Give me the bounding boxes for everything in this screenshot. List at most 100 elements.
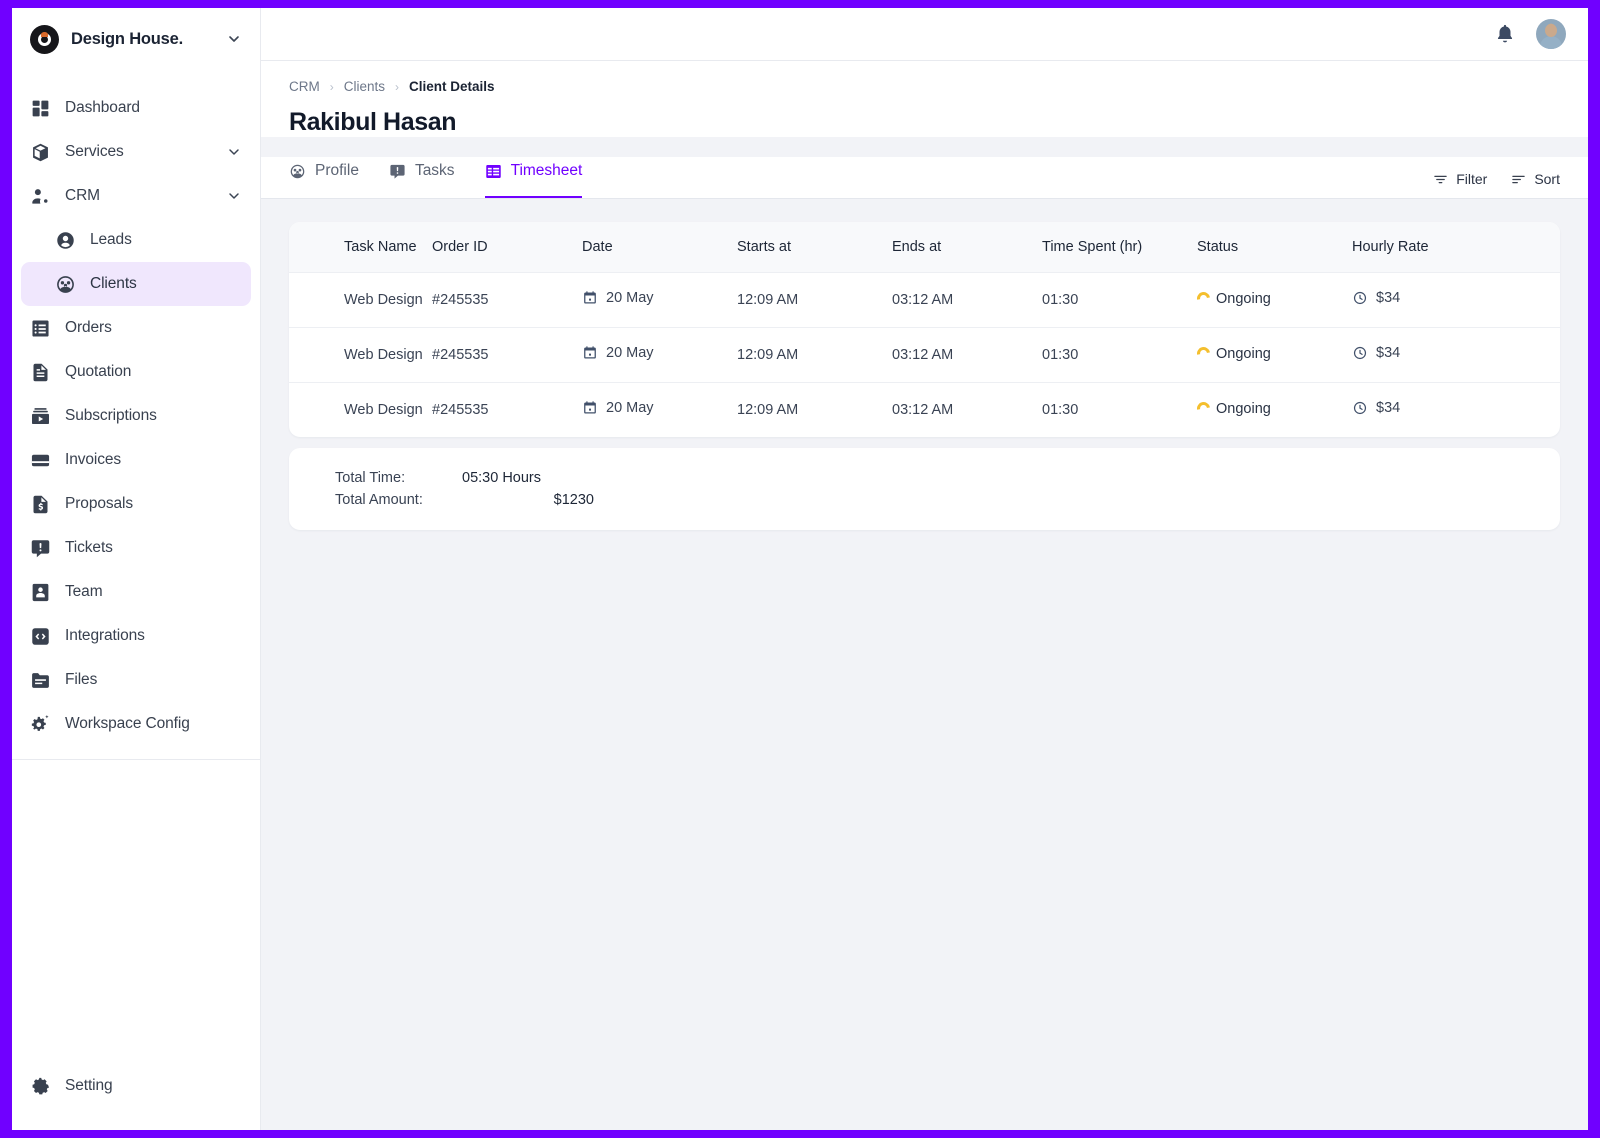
sidebar-item-crm[interactable]: CRM — [21, 174, 251, 218]
timesheet-table-card: Task NameOrder IDDateStarts atEnds atTim… — [289, 222, 1560, 437]
cell-starts-at: 12:09 AM — [737, 383, 892, 438]
sidebar-item-clients[interactable]: Clients — [21, 262, 251, 306]
id-card-icon — [30, 582, 51, 603]
sidebar-item-label: Quotation — [65, 363, 242, 381]
cell-date: 20 May — [582, 273, 737, 328]
sidebar-item-leads[interactable]: Leads — [21, 218, 251, 262]
cell-starts-at: 12:09 AM — [737, 273, 892, 328]
column-header-starts-at: Starts at — [737, 222, 892, 273]
table-row[interactable]: Web Design#24553520 May12:09 AM03:12 AM0… — [289, 273, 1560, 328]
sidebar-item-label: Services — [65, 143, 212, 161]
sidebar-item-orders[interactable]: Orders — [21, 306, 251, 350]
gear-icon — [30, 1076, 51, 1097]
calendar-icon — [582, 345, 598, 361]
tab-label: Timesheet — [511, 162, 583, 180]
column-header-ends-at: Ends at — [892, 222, 1042, 273]
sidebar-item-tickets[interactable]: Tickets — [21, 526, 251, 570]
user-circle-icon — [55, 230, 76, 251]
users-circle-icon — [289, 163, 306, 180]
tab-profile[interactable]: Profile — [289, 157, 359, 198]
sidebar-item-integrations[interactable]: Integrations — [21, 614, 251, 658]
user-avatar[interactable] — [1536, 19, 1566, 49]
sidebar-item-label: Workspace Config — [65, 715, 242, 733]
sidebar-item-dashboard[interactable]: Dashboard — [21, 86, 251, 130]
column-header-status: Status — [1197, 222, 1352, 273]
cell-hourly-rate-text: $34 — [1376, 290, 1400, 306]
workspace-switcher[interactable]: Design House. — [12, 8, 260, 70]
gear-sparkle-icon — [30, 714, 51, 735]
status-badge-content: Ongoing — [1197, 401, 1271, 417]
calendar-icon — [582, 400, 598, 416]
cell-order-id: #245535 — [432, 328, 582, 383]
column-header-task-name: Task Name — [289, 222, 432, 273]
sidebar-item-label: Leads — [90, 231, 242, 249]
app-window: Design House. Dashboard Services CRM Leads C… — [12, 8, 1588, 1130]
chevron-down-icon[interactable] — [226, 31, 242, 47]
bell-icon[interactable] — [1494, 23, 1516, 45]
sidebar-item-services[interactable]: Services — [21, 130, 251, 174]
cell-date: 20 May — [582, 328, 737, 383]
filter-icon — [1433, 172, 1448, 187]
table-head: Task NameOrder IDDateStarts atEnds atTim… — [289, 222, 1560, 273]
sidebar-item-proposals[interactable]: Proposals — [21, 482, 251, 526]
table-row[interactable]: Web Design#24553520 May12:09 AM03:12 AM0… — [289, 328, 1560, 383]
tab-label: Profile — [315, 162, 359, 180]
user-gear-icon — [30, 186, 51, 207]
filter-label: Filter — [1456, 171, 1487, 187]
cell-ends-at: 03:12 AM — [892, 383, 1042, 438]
total-amount-label: Total Amount: — [289, 492, 462, 508]
table-body: Web Design#24553520 May12:09 AM03:12 AM0… — [289, 273, 1560, 438]
sidebar-item-setting[interactable]: Setting — [21, 1064, 251, 1108]
sidebar-item-label: CRM — [65, 187, 212, 205]
breadcrumb-item-clients[interactable]: Clients — [344, 79, 385, 94]
column-header-date: Date — [582, 222, 737, 273]
sidebar-footer: Setting — [12, 1064, 260, 1130]
status-badge: Ongoing — [1197, 328, 1352, 383]
cell-order-id: #245535 — [432, 273, 582, 328]
sidebar-item-label: Proposals — [65, 495, 242, 513]
document-dollar-icon — [30, 494, 51, 515]
sidebar: Design House. Dashboard Services CRM Leads C… — [12, 8, 261, 1130]
total-time-label: Total Time: — [289, 470, 462, 486]
content-area: Task NameOrder IDDateStarts atEnds atTim… — [261, 199, 1588, 1130]
table-row[interactable]: Web Design#24553520 May12:09 AM03:12 AM0… — [289, 383, 1560, 438]
sidebar-item-subscriptions[interactable]: Subscriptions — [21, 394, 251, 438]
cell-hourly-rate-content: $34 — [1352, 400, 1400, 416]
filter-button[interactable]: Filter — [1433, 171, 1487, 187]
cell-time-spent: 01:30 — [1042, 383, 1197, 438]
tab-tasks[interactable]: Tasks — [389, 157, 455, 198]
sidebar-item-files[interactable]: Files — [21, 658, 251, 702]
sort-button[interactable]: Sort — [1511, 171, 1560, 187]
cell-date-content: 20 May — [582, 290, 654, 306]
chevron-down-icon[interactable] — [226, 144, 242, 160]
sidebar-item-workspace-config[interactable]: Workspace Config — [21, 702, 251, 746]
clock-icon — [1352, 400, 1368, 416]
breadcrumb-item-crm[interactable]: CRM — [289, 79, 320, 94]
sidebar-item-label: Invoices — [65, 451, 242, 469]
clock-icon — [1352, 345, 1368, 361]
code-brackets-icon — [30, 626, 51, 647]
cell-date-content: 20 May — [582, 400, 654, 416]
tab-list: Profile Tasks Timesheet — [289, 157, 582, 198]
sidebar-item-quotation[interactable]: Quotation — [21, 350, 251, 394]
tab-bar: Profile Tasks Timesheet Filter Sort — [261, 157, 1588, 199]
cell-hourly-rate-text: $34 — [1376, 345, 1400, 361]
status-badge-text: Ongoing — [1216, 346, 1271, 362]
breadcrumb-separator-icon: › — [395, 80, 399, 94]
sort-icon — [1511, 172, 1526, 187]
cell-hourly-rate: $34 — [1352, 273, 1560, 328]
sidebar-item-label: Orders — [65, 319, 242, 337]
folder-icon — [30, 670, 51, 691]
sidebar-item-team[interactable]: Team — [21, 570, 251, 614]
status-badge-content: Ongoing — [1197, 346, 1271, 362]
total-amount-value: $1230 — [462, 492, 594, 508]
cell-hourly-rate-text: $34 — [1376, 400, 1400, 416]
status-badge: Ongoing — [1197, 273, 1352, 328]
sidebar-item-label: Clients — [90, 275, 242, 293]
chevron-down-icon[interactable] — [226, 188, 242, 204]
sidebar-item-invoices[interactable]: Invoices — [21, 438, 251, 482]
clock-icon — [1352, 290, 1368, 306]
tab-timesheet[interactable]: Timesheet — [485, 157, 583, 198]
status-badge-text: Ongoing — [1216, 291, 1271, 307]
spinner-icon — [1194, 345, 1212, 363]
